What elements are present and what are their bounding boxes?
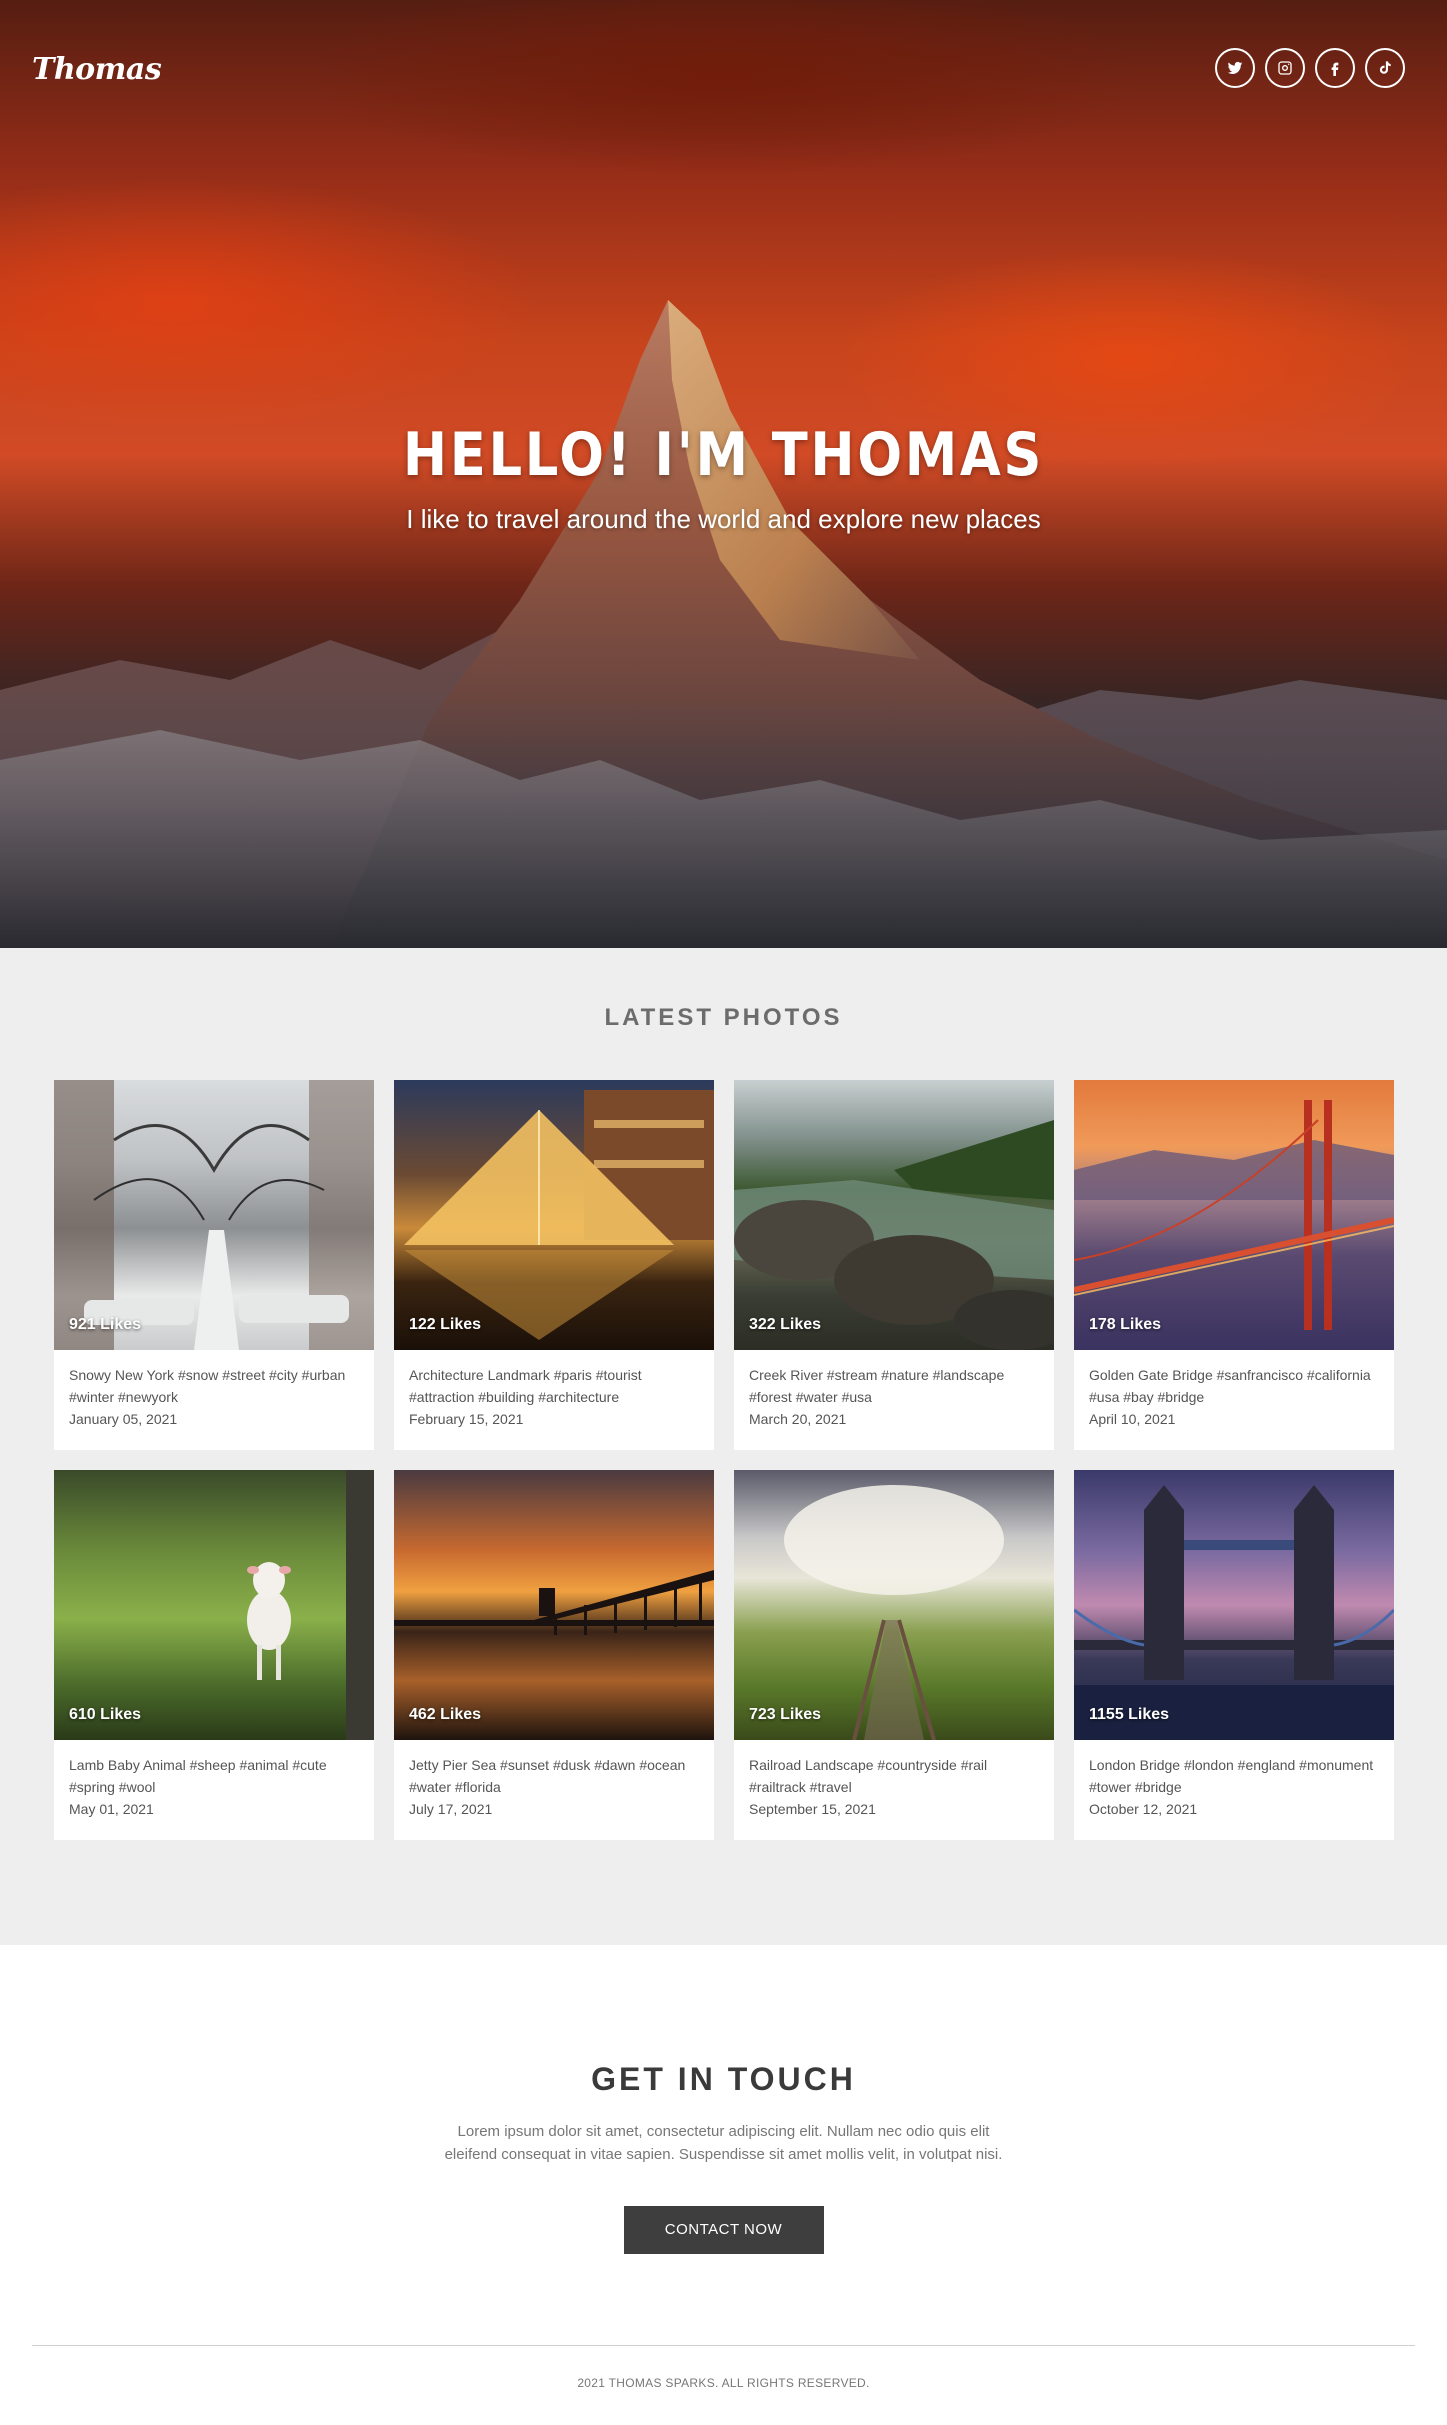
photo-caption: Architecture Landmark #paris #tourist #a…: [409, 1367, 642, 1405]
likes-count: 723 Likes: [749, 1706, 822, 1723]
photo-caption: Snowy New York #snow #street #city #urba…: [69, 1367, 346, 1405]
contact-text: Lorem ipsum dolor sit amet, consectetur …: [444, 2123, 1003, 2163]
hero-subtitle: I like to travel around the world and ex…: [406, 504, 1041, 534]
site-logo[interactable]: Thomas: [32, 52, 162, 87]
card-body: Railroad Landscape #countryside #rail #r…: [734, 1740, 1054, 1820]
photo-date: October 12, 2021: [1089, 1801, 1198, 1817]
photo-image-golden-gate-bridge[interactable]: 178 Likes: [1074, 1080, 1394, 1350]
footer-divider: [32, 2345, 1415, 2346]
photo-caption: Golden Gate Bridge #sanfrancisco #califo…: [1089, 1367, 1371, 1405]
photo-image-lamb[interactable]: 610 Likes: [54, 1470, 374, 1740]
footer: 2021 THOMAS SPARKS. ALL RIGHTS RESERVED.: [0, 2345, 1447, 2425]
likes-count: 1155 Likes: [1089, 1706, 1170, 1723]
contact-title: GET IN TOUCH: [591, 2061, 856, 2097]
hero-title: HELLO! I'M THOMAS: [402, 420, 1045, 490]
photo-date: January 05, 2021: [69, 1411, 178, 1427]
photo-image-louvre-pyramid[interactable]: 122 Likes: [394, 1080, 714, 1350]
likes-count: 322 Likes: [749, 1316, 822, 1333]
social-links: [1215, 48, 1405, 88]
card-body: Jetty Pier Sea #sunset #dusk #dawn #ocea…: [394, 1740, 714, 1820]
latest-photos-section: LATEST PHOTOS 921 Likes Snowy New York #…: [0, 948, 1447, 1945]
photo-date: May 01, 2021: [69, 1801, 154, 1817]
photo-date: September 15, 2021: [749, 1801, 876, 1817]
hero-section: Thomas HELLO! I'M THOMAS I like to trave…: [0, 0, 1447, 948]
photo-caption: Jetty Pier Sea #sunset #dusk #dawn #ocea…: [409, 1757, 686, 1795]
likes-count: 921 Likes: [69, 1316, 142, 1333]
photo-caption: Railroad Landscape #countryside #rail #r…: [749, 1757, 988, 1795]
photo-card[interactable]: 122 Likes Architecture Landmark #paris #…: [394, 1080, 714, 1450]
twitter-icon[interactable]: [1215, 48, 1255, 88]
card-body: London Bridge #london #england #monument…: [1074, 1740, 1394, 1820]
contact-now-button[interactable]: CONTACT NOW: [623, 2206, 824, 2254]
card-body: Architecture Landmark #paris #tourist #a…: [394, 1350, 714, 1430]
copyright-text: 2021 THOMAS SPARKS. ALL RIGHTS RESERVED.: [577, 2376, 870, 2390]
photo-date: July 17, 2021: [409, 1801, 493, 1817]
photo-caption: Creek River #stream #nature #landscape #…: [749, 1367, 1005, 1405]
card-body: Snowy New York #snow #street #city #urba…: [54, 1350, 374, 1430]
likes-count: 462 Likes: [409, 1706, 482, 1723]
photo-card[interactable]: 610 Likes Lamb Baby Animal #sheep #anima…: [54, 1470, 374, 1840]
tower-bridge-illustration: [1074, 1485, 1394, 1740]
golden-gate-bridge-illustration: [1074, 1100, 1394, 1330]
photo-card[interactable]: 322 Likes Creek River #stream #nature #l…: [734, 1080, 1054, 1450]
facebook-icon[interactable]: [1315, 48, 1355, 88]
photo-caption: Lamb Baby Animal #sheep #animal #cute #s…: [69, 1757, 327, 1795]
lamb-illustration: [247, 1470, 374, 1740]
photo-image-snowy-street[interactable]: 921 Likes: [54, 1080, 374, 1350]
card-body: Lamb Baby Animal #sheep #animal #cute #s…: [54, 1740, 374, 1820]
photo-grid: 921 Likes Snowy New York #snow #street #…: [54, 1080, 1447, 1840]
photo-card[interactable]: 462 Likes Jetty Pier Sea #sunset #dusk #…: [394, 1470, 714, 1840]
photo-date: February 15, 2021: [409, 1411, 524, 1427]
instagram-icon[interactable]: [1265, 48, 1305, 88]
photo-card[interactable]: 723 Likes Railroad Landscape #countrysid…: [734, 1470, 1054, 1840]
card-body: Creek River #stream #nature #landscape #…: [734, 1350, 1054, 1430]
photo-image-tower-bridge[interactable]: 1155 Likes: [1074, 1470, 1394, 1740]
contact-section: GET IN TOUCH Lorem ipsum dolor sit amet,…: [0, 1945, 1447, 2345]
photo-date: April 10, 2021: [1089, 1411, 1176, 1427]
snowy-street-illustration: [54, 1080, 374, 1350]
photo-caption: London Bridge #london #england #monument…: [1089, 1757, 1374, 1795]
likes-count: 122 Likes: [409, 1316, 482, 1333]
hero-text: HELLO! I'M THOMAS I like to travel aroun…: [0, 420, 1447, 535]
jetty-pier-illustration: [394, 1570, 714, 1635]
photo-date: March 20, 2021: [749, 1411, 847, 1427]
tiktok-icon[interactable]: [1365, 48, 1405, 88]
photo-card[interactable]: 178 Likes Golden Gate Bridge #sanfrancis…: [1074, 1080, 1394, 1450]
creek-river-illustration: [734, 1120, 1054, 1350]
section-title: LATEST PHOTOS: [604, 1004, 843, 1031]
card-body: Golden Gate Bridge #sanfrancisco #califo…: [1074, 1350, 1394, 1430]
likes-count: 610 Likes: [69, 1706, 142, 1723]
railroad-illustration: [784, 1485, 1004, 1740]
photo-image-creek-river[interactable]: 322 Likes: [734, 1080, 1054, 1350]
photo-image-jetty-pier[interactable]: 462 Likes: [394, 1470, 714, 1740]
photo-card[interactable]: 921 Likes Snowy New York #snow #street #…: [54, 1080, 374, 1450]
louvre-pyramid-illustration: [404, 1090, 714, 1340]
likes-count: 178 Likes: [1089, 1316, 1162, 1333]
photo-card[interactable]: 1155 Likes London Bridge #london #englan…: [1074, 1470, 1394, 1840]
photo-image-railroad[interactable]: 723 Likes: [734, 1470, 1054, 1740]
